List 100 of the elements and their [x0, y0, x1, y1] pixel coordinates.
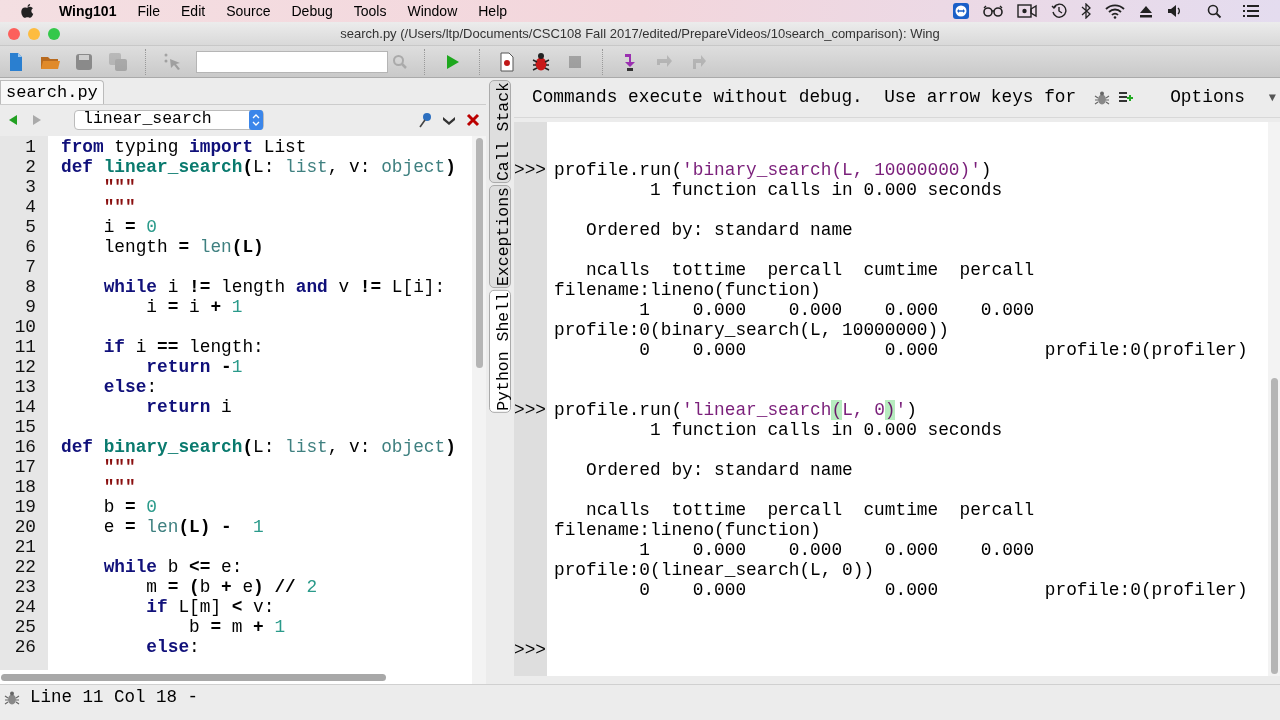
code-line: """ [102, 477, 136, 497]
shell-line: 0 0.000 0.000 profile:0(profiler) [638, 340, 1248, 360]
vertical-scrollbar-thumb[interactable] [1270, 378, 1278, 674]
code-line: i = i + 1 [145, 297, 243, 317]
line-number: 22 [13, 557, 36, 577]
menu-item[interactable]: Debug [291, 0, 333, 22]
prompt: >>> [514, 160, 547, 180]
code-line: b = 0 [102, 497, 158, 517]
code-line: while b <= e: [102, 557, 243, 577]
line-number: 21 [13, 537, 36, 557]
search-field[interactable] [196, 50, 388, 73]
close-button[interactable] [8, 28, 20, 40]
menu-item[interactable]: Tools [353, 0, 387, 22]
code-line: return i [145, 397, 232, 417]
code-line: i = 0 [102, 217, 158, 237]
app-menu[interactable]: Wing101 [59, 0, 117, 22]
remote-icon[interactable] [953, 3, 969, 19]
shell-line: Ordered by: standard name [585, 220, 853, 240]
code-line: else: [145, 637, 200, 657]
pin-icon[interactable] [418, 111, 432, 128]
code-line: length = len(L) [102, 237, 264, 257]
code-line: e = len(L) - 1 [102, 517, 264, 537]
scope-dropdown[interactable]: linear_search [74, 109, 264, 130]
code-line: if L[m] < v: [145, 597, 275, 617]
code-line: """ [102, 457, 136, 477]
line-number: 4 [24, 197, 36, 217]
updown-icon [249, 109, 263, 130]
prompt: >>> [514, 640, 547, 660]
wifi-icon[interactable] [1105, 3, 1125, 19]
camera-icon[interactable] [1017, 4, 1037, 18]
code-line: m = (b + e) // 2 [145, 577, 318, 597]
shell-line: profile:0(linear_search(L, 0)) [554, 560, 875, 580]
shell-line: filename:lineno(function) [554, 280, 821, 300]
side-tab[interactable]: Python Shell [489, 290, 511, 413]
shell-line: 1 function calls in 0.000 seconds [649, 420, 1003, 440]
line-number: 2 [24, 157, 36, 177]
code-line: from typing import List [61, 137, 307, 157]
code-line: if i == length: [102, 337, 264, 357]
cursor-position: Line 11 Col 18 - [30, 686, 199, 710]
shell-line: filename:lineno(function) [554, 520, 821, 540]
menu-item[interactable]: Window [407, 0, 458, 22]
line-number: 18 [13, 477, 36, 497]
shell-line: profile.run('linear_search(L, 0)') [554, 400, 917, 420]
line-number: 12 [13, 357, 36, 377]
shell-line: 1 0.000 0.000 0.000 0.000 [638, 300, 1035, 320]
code-line: def binary_search(L: list, v: object) [61, 437, 456, 457]
glasses-icon[interactable] [983, 5, 1003, 17]
code-line: else: [102, 377, 158, 397]
bug-icon[interactable] [530, 50, 552, 73]
file-tab[interactable]: search.py [0, 80, 104, 104]
shell-line: 0 0.000 0.000 profile:0(profiler) [638, 580, 1248, 600]
line-number: 1 [24, 137, 36, 157]
line-number: 20 [13, 517, 36, 537]
horizontal-scrollbar-thumb[interactable] [1, 673, 386, 681]
shell-line: Ordered by: standard name [585, 460, 853, 480]
line-number: 19 [13, 497, 36, 517]
menu-item[interactable]: File [137, 0, 160, 22]
apple-icon[interactable] [20, 3, 35, 19]
options-menu[interactable]: Options [1170, 84, 1245, 111]
line-number: 16 [13, 437, 36, 457]
line-number: 17 [13, 457, 36, 477]
chevron-icon[interactable] [442, 114, 456, 125]
bug-icon [1094, 89, 1111, 106]
shell-hint: Commands execute without debug. Use arrow keys for [532, 86, 1077, 110]
side-tab[interactable]: Exceptions [489, 185, 511, 289]
menu-item[interactable]: Edit [181, 0, 206, 22]
shell-line: 1 0.000 0.000 0.000 0.000 [638, 540, 1035, 560]
add-list-icon[interactable] [1118, 90, 1135, 105]
search-icon[interactable] [1207, 3, 1222, 19]
dropdown-arrow[interactable]: ▼ [1268, 88, 1276, 107]
code-line: b = m + 1 [188, 617, 286, 637]
volume-icon[interactable] [1167, 4, 1183, 18]
code-line: """ [102, 197, 136, 217]
line-number: 24 [13, 597, 36, 617]
menu-item[interactable]: Source [226, 0, 271, 22]
code-line: """ [102, 177, 136, 197]
clock-icon[interactable] [1051, 3, 1067, 19]
shell-line: profile.run('binary_search(L, 10000000)') [554, 160, 992, 180]
window-title: search.py (/Users/ltp/Documents/CSC108 Fall 2017/edited/PrepareVideos/10search_comparison): Wing [340, 24, 940, 43]
code-line: while i != length and v != L[i]: [102, 277, 446, 297]
line-number: 14 [13, 397, 36, 417]
bug-icon [4, 689, 20, 706]
list-icon[interactable] [1242, 4, 1260, 18]
close-icon[interactable] [466, 112, 480, 127]
side-tab[interactable]: Call Stack [489, 80, 511, 184]
line-number: 11 [13, 337, 36, 357]
vertical-scrollbar-thumb[interactable] [475, 138, 483, 368]
eject-icon[interactable] [1139, 4, 1153, 18]
line-number: 15 [13, 417, 36, 437]
shell-line: profile:0(binary_search(L, 10000000)) [554, 320, 949, 340]
line-number: 10 [13, 317, 36, 337]
line-number: 5 [24, 217, 36, 237]
line-number: 7 [24, 257, 36, 277]
zoom-button[interactable] [48, 28, 60, 40]
prompt: >>> [514, 400, 547, 420]
shell-line: ncalls tottime percall cumtime percall [585, 260, 1035, 280]
menu-item[interactable]: Help [478, 0, 508, 22]
code-line: return -1 [145, 357, 243, 377]
bluetooth-icon[interactable] [1081, 3, 1091, 19]
line-number: 3 [24, 177, 36, 197]
